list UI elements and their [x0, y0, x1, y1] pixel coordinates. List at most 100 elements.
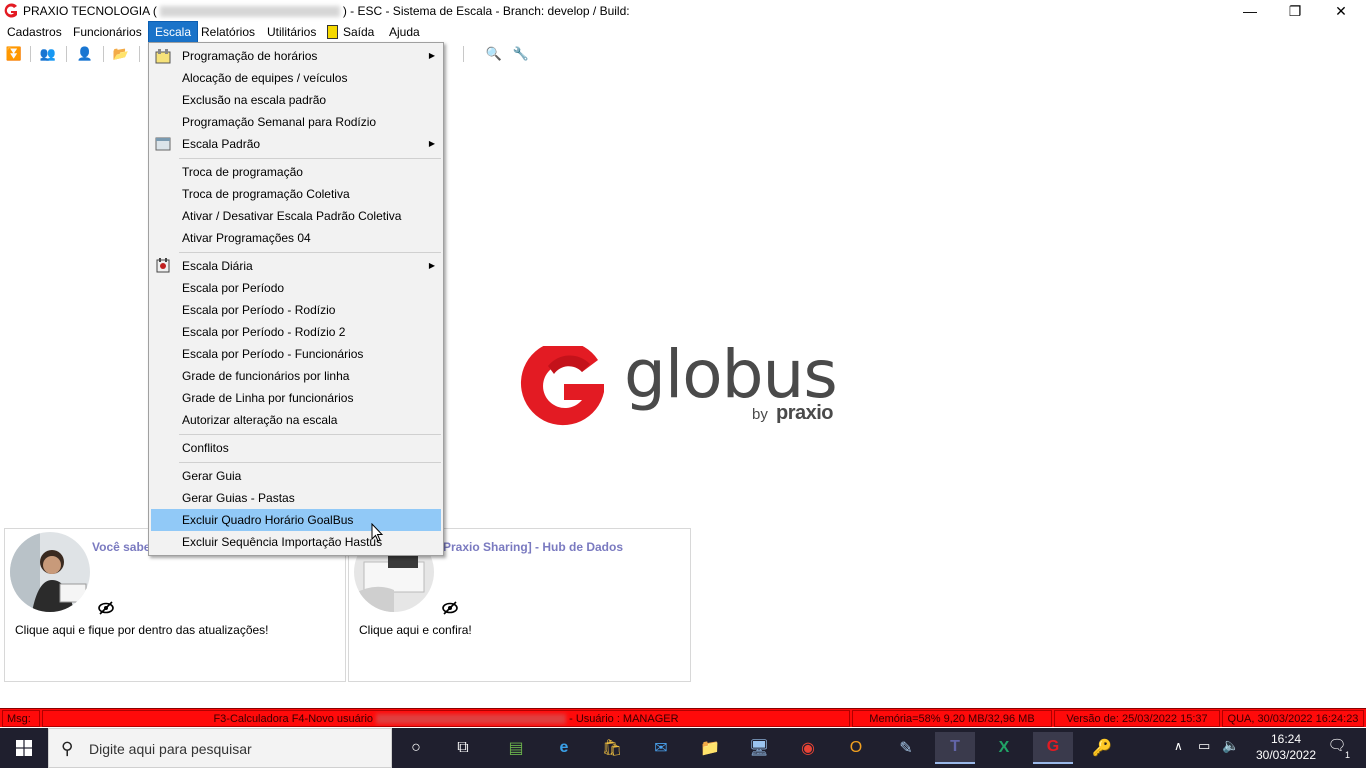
globus-g-icon	[520, 346, 604, 426]
globus-logo: globus by praxio	[520, 336, 850, 436]
menu-separator	[179, 462, 441, 463]
redacted-text	[159, 6, 340, 18]
card-title[interactable]: Você sabe	[92, 540, 150, 554]
minimize-button[interactable]: —	[1227, 0, 1273, 22]
card-text[interactable]: Clique aqui e confira!	[359, 623, 472, 637]
menu-item-troca-coletiva[interactable]: Troca de programação Coletiva	[151, 183, 441, 205]
menu-item-exclusao-escala[interactable]: Exclusão na escala padrão	[151, 89, 441, 111]
notepad-icon[interactable]: ✎	[886, 732, 926, 764]
status-memory: Memória=58% 9,20 MB/32,96 MB	[852, 710, 1052, 727]
mail-icon[interactable]: ✉	[641, 732, 681, 764]
logo-praxio: praxio	[776, 402, 834, 424]
menu-item-excluir-quadro-goalbus[interactable]: Excluir Quadro Horário GoalBus	[151, 509, 441, 531]
card-title[interactable]: [Praxio Sharing] - Hub de Dados	[439, 540, 623, 554]
menu-item-excluir-sequencia-hastus[interactable]: Excluir Sequência Importação Hastus	[151, 531, 441, 553]
menu-item-troca-programacao[interactable]: Troca de programação	[151, 161, 441, 183]
users-icon[interactable]: 👥	[38, 44, 58, 64]
notification-icon[interactable]: 🗨 1	[1322, 736, 1352, 760]
menu-item-conflitos[interactable]: Conflitos	[151, 437, 441, 459]
excel-icon[interactable]: X	[984, 732, 1024, 764]
tools-app-icon[interactable]: 🔑	[1082, 732, 1122, 764]
double-down-arrow-icon[interactable]: ⏬	[4, 44, 24, 64]
menu-item-grade-linha[interactable]: Grade de Linha por funcionários	[151, 387, 441, 409]
escala-dropdown-menu: Programação de horários ▶ Alocação de eq…	[148, 42, 444, 556]
chevron-up-icon[interactable]: ∧	[1174, 739, 1183, 753]
menu-cadastros[interactable]: Cadastros	[1, 22, 68, 42]
task-view-icon[interactable]: ⧉	[443, 732, 483, 764]
status-hotkeys: F3-Calculadora F4-Novo usuário - Usuário…	[42, 710, 850, 727]
menu-saida[interactable]: Saída	[337, 22, 380, 42]
status-datetime: QUA, 30/03/2022 16:24:23	[1222, 710, 1364, 727]
store-icon[interactable]: 🛍	[592, 732, 632, 764]
menu-item-grade-funcionarios[interactable]: Grade de funcionários por linha	[151, 365, 441, 387]
menu-escala[interactable]: Escala	[147, 21, 199, 43]
menu-utilitarios[interactable]: Utilitários	[261, 22, 322, 42]
card-text[interactable]: Clique aqui e fique por dentro das atual…	[15, 623, 269, 637]
menu-item-alocacao[interactable]: Alocação de equipes / veículos	[151, 67, 441, 89]
taskbar-search-box[interactable]: ⚲ Digite aqui para pesquisar	[48, 728, 392, 768]
menu-item-escala-diaria[interactable]: Escala Diária ▶	[151, 255, 441, 277]
hide-icon[interactable]	[98, 601, 114, 618]
network-icon[interactable]: ▭	[1198, 738, 1210, 754]
app-stack-icon[interactable]: ▤	[496, 732, 536, 764]
menu-relatorios[interactable]: Relatórios	[195, 22, 261, 42]
close-button[interactable]: ✕	[1318, 0, 1364, 22]
start-button[interactable]	[0, 728, 48, 768]
menu-item-programacao-horarios[interactable]: Programação de horários ▶	[151, 45, 441, 67]
folder-icon[interactable]: 📂	[111, 44, 131, 64]
menu-item-escala-periodo-funcionarios[interactable]: Escala por Período - Funcionários	[151, 343, 441, 365]
submenu-arrow-icon: ▶	[428, 139, 435, 148]
notification-count: 1	[1344, 750, 1350, 760]
daily-schedule-icon	[156, 258, 170, 273]
card-image	[10, 532, 90, 612]
menu-item-ativar-programacoes[interactable]: Ativar Programações 04	[151, 227, 441, 249]
search-icon[interactable]: 🔍	[484, 44, 504, 64]
menu-item-gerar-guias-pastas[interactable]: Gerar Guias - Pastas	[151, 487, 441, 509]
search-icon: ⚲	[61, 739, 74, 758]
file-explorer-icon[interactable]: 📁	[690, 732, 730, 764]
menu-separator	[179, 252, 441, 253]
menu-separator	[179, 434, 441, 435]
toolbar-separator	[30, 46, 31, 62]
calendar-icon	[155, 137, 171, 151]
menu-item-escala-periodo-rodizio-2[interactable]: Escala por Período - Rodízio 2	[151, 321, 441, 343]
toolbar-separator	[103, 46, 104, 62]
restore-button[interactable]: ❐	[1272, 0, 1318, 22]
menu-item-autorizar-alteracao[interactable]: Autorizar alteração na escala	[151, 409, 441, 431]
cortana-icon[interactable]: ○	[396, 732, 436, 764]
submenu-arrow-icon: ▶	[428, 51, 435, 60]
globus-app-icon[interactable]: G	[1033, 732, 1073, 764]
app-logo-icon	[4, 3, 17, 18]
mouse-cursor-icon	[371, 523, 384, 542]
search-placeholder: Digite aqui para pesquisar	[89, 741, 252, 757]
menu-item-escala-padrao[interactable]: Escala Padrão ▶	[151, 133, 441, 155]
status-version: Versão de: 25/03/2022 15:37	[1054, 710, 1220, 727]
remote-desktop-icon[interactable]: 🖥	[739, 732, 779, 764]
outlook-icon[interactable]: O	[836, 732, 876, 764]
menu-item-ativar-desativar[interactable]: Ativar / Desativar Escala Padrão Coletiv…	[151, 205, 441, 227]
menu-item-programacao-semanal[interactable]: Programação Semanal para Rodízio	[151, 111, 441, 133]
hide-icon[interactable]	[442, 601, 458, 618]
tools-icon[interactable]: 🔧	[511, 44, 531, 64]
windows-icon	[16, 740, 32, 756]
logo-by: by	[752, 406, 768, 423]
chrome-icon[interactable]: ◉	[788, 732, 828, 764]
menu-item-escala-periodo-rodizio[interactable]: Escala por Período - Rodízio	[151, 299, 441, 321]
menu-separator	[179, 158, 441, 159]
status-bar: Msg: F3-Calculadora F4-Novo usuário - Us…	[0, 708, 1366, 727]
window-title: PRAXIO TECNOLOGIA () - ESC - Sistema de …	[23, 4, 630, 18]
status-msg-label: Msg:	[2, 710, 40, 727]
title-bar: PRAXIO TECNOLOGIA () - ESC - Sistema de …	[0, 0, 1366, 22]
menu-funcionarios[interactable]: Funcionários	[67, 22, 148, 42]
menu-item-escala-periodo[interactable]: Escala por Período	[151, 277, 441, 299]
volume-icon[interactable]: 🔈	[1222, 737, 1239, 754]
taskbar-clock[interactable]: 16:24 30/03/2022	[1252, 731, 1320, 763]
menu-item-gerar-guia[interactable]: Gerar Guia	[151, 465, 441, 487]
menu-ajuda[interactable]: Ajuda	[383, 22, 426, 42]
edge-icon[interactable]: e	[544, 732, 584, 764]
toolbar-separator	[463, 46, 464, 62]
teams-icon[interactable]: T	[935, 732, 975, 764]
person-icon[interactable]: 👤	[75, 44, 95, 64]
clock-date: 30/03/2022	[1255, 748, 1317, 762]
schedule-icon	[155, 49, 171, 64]
